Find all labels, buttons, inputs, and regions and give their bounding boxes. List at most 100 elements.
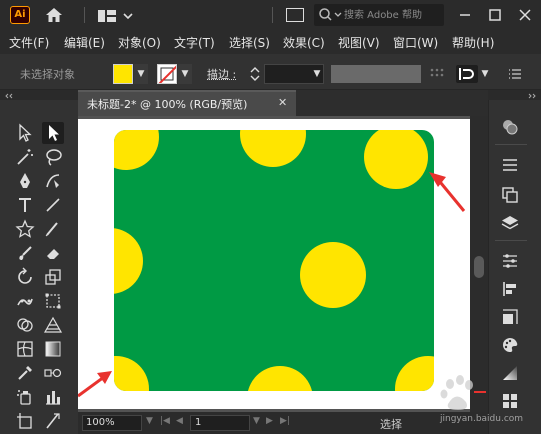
artboards-panel-icon[interactable] [499,184,521,206]
menu-select[interactable]: 选择(S) [229,34,270,51]
pencil-tool-icon[interactable] [42,218,64,240]
gradient-tool-icon[interactable] [42,338,64,360]
divider [495,144,527,145]
previous-artboard-icon[interactable]: ◀ [176,416,183,426]
search-input[interactable] [344,4,442,26]
tools-panel [0,100,78,434]
layers-panel-icon[interactable] [499,212,521,234]
eraser-tool-icon[interactable] [42,242,64,264]
status-tool-name: 选择 [380,418,402,431]
curvature-tool-icon[interactable] [42,170,64,192]
menu-type[interactable]: 文字(T) [174,34,215,51]
divider [495,240,527,241]
magic-wand-tool-icon[interactable] [14,146,36,168]
align-icon[interactable] [456,65,478,83]
yellow-dot [114,228,143,294]
arrange-documents-button[interactable] [97,8,135,24]
title-bar: Ai [0,0,541,30]
artboard-number-field[interactable]: 1 [190,415,250,431]
maximize-button[interactable] [480,0,510,30]
panel-dock-header [488,90,541,100]
rotate-tool-icon[interactable] [14,266,36,288]
artboard [78,119,470,409]
divider [84,7,85,23]
symbol-sprayer-tool-icon[interactable] [14,386,36,408]
stroke-label[interactable]: 描边 : [207,66,236,82]
menu-object[interactable]: 对象(O) [118,34,161,51]
menu-edit[interactable]: 编辑(E) [64,34,105,51]
properties-panel-icon[interactable] [499,154,521,176]
status-bar: 100% ▼ |◀ ◀ 1 ▼ ▶ ▶| 选择 [78,412,488,434]
scrollbar-thumb[interactable] [474,256,484,278]
eyedropper-tool-icon[interactable] [14,362,36,384]
mesh-tool-icon[interactable] [14,338,36,360]
artboard-tool-icon[interactable] [14,410,36,432]
divider [272,7,273,23]
align-panel-icon[interactable] [499,278,521,300]
scale-tool-icon[interactable] [42,266,64,288]
transform-panel-icon[interactable] [499,306,521,328]
fill-color-swatch[interactable] [113,64,133,84]
last-artboard-icon[interactable]: ▶| [280,416,290,426]
paintbrush-tool-icon[interactable] [14,242,36,264]
search-icon [318,7,344,23]
appearance-panel-icon[interactable] [499,116,521,138]
menu-view[interactable]: 视图(V) [338,34,380,51]
stroke-stepper[interactable] [248,64,262,84]
vertical-scrollbar[interactable] [470,116,488,412]
grid-dots-icon[interactable] [428,65,446,83]
menu-window[interactable]: 窗口(W) [393,34,438,51]
watermark-text: jingyan.baidu.com [440,414,524,424]
align-chevron-icon[interactable]: ▼ [478,64,492,84]
document-tab[interactable]: 未标题-2* @ 100% (RGB/预览) ✕ [78,90,296,116]
star-tool-icon[interactable] [14,218,36,240]
control-bar: 未选择对象 ▼ ▼ 描边 : ▼ ▼ [0,56,541,90]
stroke-color-swatch[interactable] [157,64,177,84]
menu-effect[interactable]: 效果(C) [283,34,325,51]
blend-tool-icon[interactable] [42,362,64,384]
first-artboard-icon[interactable]: |◀ [160,416,170,426]
document-tab-title: 未标题-2* @ 100% (RGB/预览) [87,98,248,111]
shape-builder-tool-icon[interactable] [14,314,36,336]
perspective-grid-tool-icon[interactable] [42,314,64,336]
lasso-tool-icon[interactable] [42,146,64,168]
close-window-button[interactable] [510,0,540,30]
artboard-chevron-icon[interactable]: ▼ [253,416,260,426]
yellow-dot [364,130,428,189]
menu-bar: 文件(F) 编辑(E) 对象(O) 文字(T) 选择(S) 效果(C) 视图(V… [0,30,541,54]
menu-file[interactable]: 文件(F) [9,34,49,51]
selection-tool-icon[interactable] [14,122,36,144]
artwork [78,130,466,398]
minimize-button[interactable] [450,0,480,30]
libraries-panel-icon[interactable] [499,250,521,272]
home-icon[interactable] [44,6,64,24]
style-bar[interactable] [331,65,421,83]
panel-menu-icon[interactable] [506,65,524,83]
next-artboard-icon[interactable]: ▶ [266,416,273,426]
puppet-warp-tool-icon[interactable] [14,290,36,312]
type-tool-icon[interactable] [14,194,36,216]
toolbar-header [0,90,78,100]
tab-strip [296,90,490,116]
line-segment-tool-icon[interactable] [42,194,64,216]
column-graph-tool-icon[interactable] [42,386,64,408]
close-tab-icon[interactable]: ✕ [278,96,287,109]
stroke-dropdown-chevron-icon[interactable]: ▼ [178,64,192,84]
zoom-chevron-icon[interactable]: ▼ [146,416,153,426]
stroke-weight-chevron-icon[interactable]: ▼ [310,64,324,84]
selection-status: 未选择对象 [20,68,75,81]
free-transform-tool-icon[interactable] [42,290,64,312]
yellow-dot [300,242,366,308]
annotation-arrow [78,375,105,398]
slice-tool-icon[interactable] [42,410,64,432]
illustrator-logo: Ai [10,6,30,24]
canvas-area[interactable] [78,116,470,412]
menu-help[interactable]: 帮助(H) [452,34,494,51]
direct-selection-tool-icon[interactable] [42,122,64,144]
color-panel-icon[interactable] [499,334,521,356]
search-box[interactable] [314,4,444,26]
zoom-level-field[interactable]: 100% [82,415,142,431]
panel-toggle-icon[interactable] [286,8,304,22]
pen-tool-icon[interactable] [14,170,36,192]
fill-dropdown-chevron-icon[interactable]: ▼ [134,64,148,84]
